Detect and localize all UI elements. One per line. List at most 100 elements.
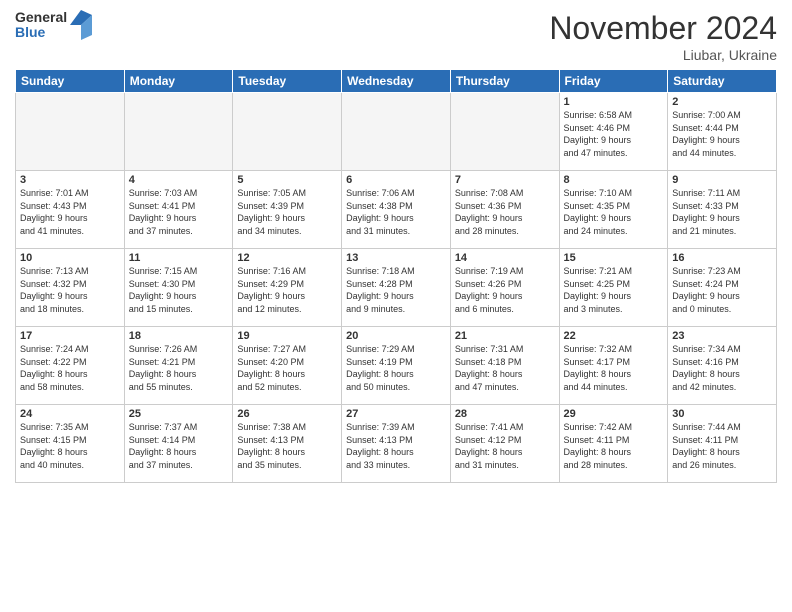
calendar-cell: 27Sunrise: 7:39 AM Sunset: 4:13 PM Dayli… [342,405,451,483]
day-info: Sunrise: 7:23 AM Sunset: 4:24 PM Dayligh… [672,265,772,315]
day-info: Sunrise: 7:18 AM Sunset: 4:28 PM Dayligh… [346,265,446,315]
day-number: 25 [129,408,229,420]
calendar-cell: 13Sunrise: 7:18 AM Sunset: 4:28 PM Dayli… [342,249,451,327]
logo-line2: Blue [15,25,67,40]
day-info: Sunrise: 7:35 AM Sunset: 4:15 PM Dayligh… [20,421,120,471]
day-info: Sunrise: 7:31 AM Sunset: 4:18 PM Dayligh… [455,343,555,393]
calendar-cell: 21Sunrise: 7:31 AM Sunset: 4:18 PM Dayli… [450,327,559,405]
calendar-cell: 19Sunrise: 7:27 AM Sunset: 4:20 PM Dayli… [233,327,342,405]
day-info: Sunrise: 6:58 AM Sunset: 4:46 PM Dayligh… [564,109,664,159]
day-number: 10 [20,252,120,264]
day-info: Sunrise: 7:03 AM Sunset: 4:41 PM Dayligh… [129,187,229,237]
day-info: Sunrise: 7:41 AM Sunset: 4:12 PM Dayligh… [455,421,555,471]
day-number: 17 [20,330,120,342]
logo-graphic: General Blue [15,10,92,41]
day-info: Sunrise: 7:15 AM Sunset: 4:30 PM Dayligh… [129,265,229,315]
day-info: Sunrise: 7:34 AM Sunset: 4:16 PM Dayligh… [672,343,772,393]
day-number: 20 [346,330,446,342]
calendar-cell: 3Sunrise: 7:01 AM Sunset: 4:43 PM Daylig… [16,171,125,249]
day-number: 7 [455,174,555,186]
day-number: 1 [564,96,664,108]
calendar-cell: 29Sunrise: 7:42 AM Sunset: 4:11 PM Dayli… [559,405,668,483]
calendar-cell [233,93,342,171]
calendar-cell: 18Sunrise: 7:26 AM Sunset: 4:21 PM Dayli… [124,327,233,405]
day-number: 28 [455,408,555,420]
calendar-cell [450,93,559,171]
calendar-cell: 20Sunrise: 7:29 AM Sunset: 4:19 PM Dayli… [342,327,451,405]
day-number: 15 [564,252,664,264]
day-info: Sunrise: 7:37 AM Sunset: 4:14 PM Dayligh… [129,421,229,471]
calendar-cell: 4Sunrise: 7:03 AM Sunset: 4:41 PM Daylig… [124,171,233,249]
header: General Blue November 2024 Liubar, Ukrai… [15,10,777,63]
day-number: 16 [672,252,772,264]
day-info: Sunrise: 7:38 AM Sunset: 4:13 PM Dayligh… [237,421,337,471]
day-number: 24 [20,408,120,420]
calendar-cell: 24Sunrise: 7:35 AM Sunset: 4:15 PM Dayli… [16,405,125,483]
day-number: 11 [129,252,229,264]
day-info: Sunrise: 7:42 AM Sunset: 4:11 PM Dayligh… [564,421,664,471]
month-title: November 2024 [549,10,777,47]
day-info: Sunrise: 7:16 AM Sunset: 4:29 PM Dayligh… [237,265,337,315]
day-number: 4 [129,174,229,186]
calendar-cell: 11Sunrise: 7:15 AM Sunset: 4:30 PM Dayli… [124,249,233,327]
day-info: Sunrise: 7:01 AM Sunset: 4:43 PM Dayligh… [20,187,120,237]
location: Liubar, Ukraine [549,47,777,63]
day-number: 13 [346,252,446,264]
day-number: 8 [564,174,664,186]
day-info: Sunrise: 7:08 AM Sunset: 4:36 PM Dayligh… [455,187,555,237]
title-block: November 2024 Liubar, Ukraine [549,10,777,63]
day-number: 12 [237,252,337,264]
calendar-cell: 22Sunrise: 7:32 AM Sunset: 4:17 PM Dayli… [559,327,668,405]
day-info: Sunrise: 7:29 AM Sunset: 4:19 PM Dayligh… [346,343,446,393]
header-wednesday: Wednesday [342,70,451,93]
day-number: 19 [237,330,337,342]
header-friday: Friday [559,70,668,93]
calendar-cell: 17Sunrise: 7:24 AM Sunset: 4:22 PM Dayli… [16,327,125,405]
day-number: 29 [564,408,664,420]
day-info: Sunrise: 7:24 AM Sunset: 4:22 PM Dayligh… [20,343,120,393]
header-monday: Monday [124,70,233,93]
calendar-cell: 23Sunrise: 7:34 AM Sunset: 4:16 PM Dayli… [668,327,777,405]
day-number: 9 [672,174,772,186]
day-info: Sunrise: 7:19 AM Sunset: 4:26 PM Dayligh… [455,265,555,315]
calendar-cell: 8Sunrise: 7:10 AM Sunset: 4:35 PM Daylig… [559,171,668,249]
page-container: General Blue November 2024 Liubar, Ukrai… [0,0,792,488]
day-info: Sunrise: 7:39 AM Sunset: 4:13 PM Dayligh… [346,421,446,471]
calendar-cell: 5Sunrise: 7:05 AM Sunset: 4:39 PM Daylig… [233,171,342,249]
day-number: 18 [129,330,229,342]
day-info: Sunrise: 7:32 AM Sunset: 4:17 PM Dayligh… [564,343,664,393]
calendar-cell: 14Sunrise: 7:19 AM Sunset: 4:26 PM Dayli… [450,249,559,327]
calendar-row: 24Sunrise: 7:35 AM Sunset: 4:15 PM Dayli… [16,405,777,483]
calendar-table: Sunday Monday Tuesday Wednesday Thursday… [15,69,777,483]
header-saturday: Saturday [668,70,777,93]
day-number: 21 [455,330,555,342]
calendar-cell: 12Sunrise: 7:16 AM Sunset: 4:29 PM Dayli… [233,249,342,327]
calendar-cell: 2Sunrise: 7:00 AM Sunset: 4:44 PM Daylig… [668,93,777,171]
calendar-row: 10Sunrise: 7:13 AM Sunset: 4:32 PM Dayli… [16,249,777,327]
day-info: Sunrise: 7:00 AM Sunset: 4:44 PM Dayligh… [672,109,772,159]
header-thursday: Thursday [450,70,559,93]
day-number: 3 [20,174,120,186]
weekday-header-row: Sunday Monday Tuesday Wednesday Thursday… [16,70,777,93]
calendar-cell: 28Sunrise: 7:41 AM Sunset: 4:12 PM Dayli… [450,405,559,483]
calendar-cell: 15Sunrise: 7:21 AM Sunset: 4:25 PM Dayli… [559,249,668,327]
day-number: 5 [237,174,337,186]
calendar-cell: 7Sunrise: 7:08 AM Sunset: 4:36 PM Daylig… [450,171,559,249]
calendar-cell: 9Sunrise: 7:11 AM Sunset: 4:33 PM Daylig… [668,171,777,249]
header-tuesday: Tuesday [233,70,342,93]
calendar-cell: 10Sunrise: 7:13 AM Sunset: 4:32 PM Dayli… [16,249,125,327]
header-sunday: Sunday [16,70,125,93]
day-info: Sunrise: 7:44 AM Sunset: 4:11 PM Dayligh… [672,421,772,471]
day-number: 26 [237,408,337,420]
day-info: Sunrise: 7:10 AM Sunset: 4:35 PM Dayligh… [564,187,664,237]
day-number: 23 [672,330,772,342]
day-info: Sunrise: 7:13 AM Sunset: 4:32 PM Dayligh… [20,265,120,315]
day-info: Sunrise: 7:06 AM Sunset: 4:38 PM Dayligh… [346,187,446,237]
day-number: 14 [455,252,555,264]
day-number: 2 [672,96,772,108]
calendar-cell: 16Sunrise: 7:23 AM Sunset: 4:24 PM Dayli… [668,249,777,327]
day-info: Sunrise: 7:27 AM Sunset: 4:20 PM Dayligh… [237,343,337,393]
day-info: Sunrise: 7:26 AM Sunset: 4:21 PM Dayligh… [129,343,229,393]
day-number: 27 [346,408,446,420]
calendar-cell: 1Sunrise: 6:58 AM Sunset: 4:46 PM Daylig… [559,93,668,171]
